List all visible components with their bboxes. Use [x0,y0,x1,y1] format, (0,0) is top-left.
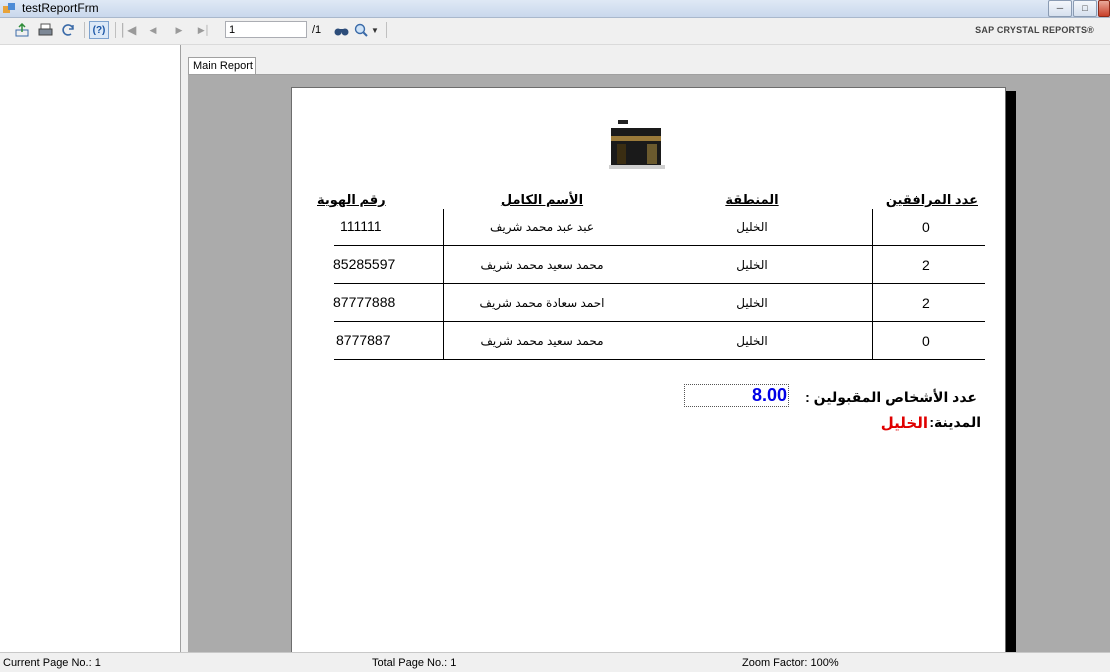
minimize-button[interactable]: ─ [1048,0,1072,17]
column-header-name: الأسم الكامل [500,192,584,207]
row-divider [334,245,985,246]
cell-region: الخليل [736,296,768,310]
brand-label: SAP CRYSTAL REPORTS® [975,25,1094,35]
status-current-page: Current Page No.: 1 [3,657,101,669]
cell-region: الخليل [736,334,768,348]
kaaba-image [609,120,665,169]
cell-id: 111111 [340,218,382,234]
column-divider [872,209,873,359]
column-header-companions: عدد المرافقين [885,192,978,207]
app-icon [3,3,15,13]
maximize-button[interactable]: □ [1073,0,1097,17]
column-header-region: المنطقة [725,192,779,207]
row-divider [334,321,985,322]
tab-main-report[interactable]: Main Report [188,57,256,74]
help-icon[interactable]: (?) [89,21,109,39]
print-icon[interactable] [36,21,54,39]
find-icon[interactable] [333,21,349,39]
cell-id: 87777888 [333,294,396,310]
cell-companions: 2 [922,295,930,311]
cell-companions: 0 [922,219,930,235]
status-zoom: Zoom Factor: 100% [742,657,839,669]
close-button[interactable] [1098,0,1110,17]
total-value: 8.00 [751,385,787,405]
page-total-label: /1 [312,24,322,36]
toolbar-separator [115,22,116,38]
zoom-icon[interactable] [353,21,369,39]
cell-name: احمد سعادة محمد شريف [479,296,605,310]
cell-companions: 2 [922,257,930,273]
cell-region: الخليل [736,258,768,272]
column-divider [443,209,444,359]
dropdown-arrow-icon[interactable]: ▼ [370,21,380,39]
toolbar-separator [386,22,387,38]
cell-id: 85285597 [333,256,396,272]
city-label: المدينة: [929,414,981,430]
row-divider [334,283,985,284]
row-divider [334,359,985,360]
title-bar: testReportFrm ─ □ [0,0,1110,18]
cell-companions: 0 [922,333,930,349]
toolbar-separator [84,22,85,38]
status-bar: Current Page No.: 1 Total Page No.: 1 Zo… [0,652,1110,672]
total-label: عدد الأشخاص المقبولين : [805,389,977,405]
next-page-icon[interactable]: ▶ [172,21,186,39]
first-page-icon[interactable]: │◀ [120,21,137,39]
report-viewer[interactable]: رقم الهوية الأسم الكامل المنطقة عدد المر… [188,74,1110,653]
last-page-icon[interactable]: ▶│ [197,21,211,39]
group-tree-panel[interactable] [0,45,181,652]
page-number-input[interactable] [225,21,307,38]
cell-name: عبد عبد محمد شريف [489,220,594,234]
cell-region: الخليل [736,220,768,234]
status-total-page: Total Page No.: 1 [372,657,457,669]
window-controls: ─ □ [1047,0,1110,17]
window-title: testReportFrm [22,1,99,15]
cell-id: 8777887 [336,332,391,348]
refresh-icon[interactable] [59,21,77,39]
city-value: الخليل [880,415,928,432]
export-icon[interactable] [13,21,31,39]
panel-splitter[interactable] [181,45,186,652]
report-page: رقم الهوية الأسم الكامل المنطقة عدد المر… [291,87,1006,653]
cell-name: محمد سعيد محمد شريف [480,334,604,348]
toolbar: (?) │◀ ◀ ▶ ▶│ /1 ▼ SAP CRYSTAL REPORTS® [0,18,1110,45]
cell-name: محمد سعيد محمد شريف [480,258,604,272]
previous-page-icon[interactable]: ◀ [146,21,160,39]
column-header-id: رقم الهوية [317,192,386,207]
